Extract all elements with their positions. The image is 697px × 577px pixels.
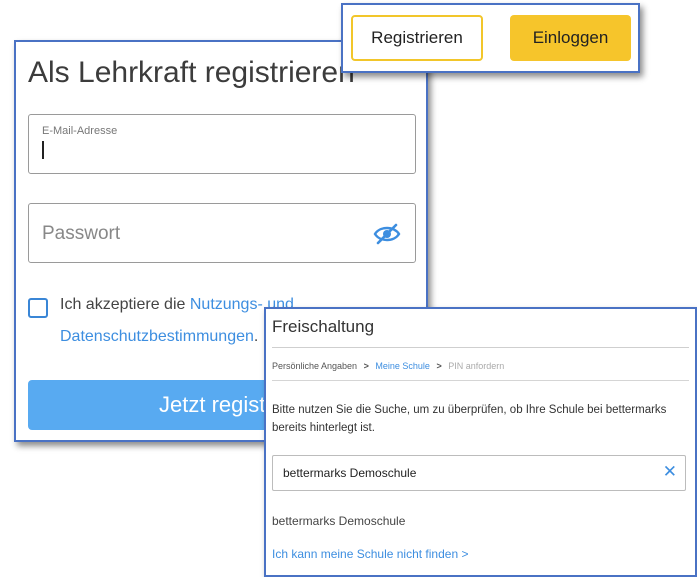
search-hint: Bitte nutzen Sie die Suche, um zu überpr…	[272, 404, 667, 434]
breadcrumb-personal[interactable]: Persönliche Angaben	[272, 361, 357, 371]
email-label: E-Mail-Adresse	[42, 125, 118, 137]
school-not-found-link[interactable]: Ich kann meine Schule nicht finden >	[272, 547, 468, 561]
auth-tabs-panel: Registrieren Einloggen	[341, 3, 640, 73]
password-placeholder: Passwort	[42, 223, 121, 244]
breadcrumb-separator: >	[436, 361, 442, 371]
password-field[interactable]: Passwort	[28, 203, 416, 263]
breadcrumb-divider	[272, 380, 689, 381]
text-cursor	[42, 141, 44, 159]
clear-icon[interactable]: ✕	[663, 462, 677, 482]
email-field[interactable]: E-Mail-Adresse	[28, 114, 416, 174]
breadcrumb: Persönliche Angaben > Meine Schule > PIN…	[272, 361, 504, 371]
breadcrumb-school[interactable]: Meine Schule	[375, 361, 430, 371]
school-activation-panel: Freischaltung Persönliche Angaben > Mein…	[264, 307, 697, 577]
register-button[interactable]: Registrieren	[351, 15, 483, 61]
school-search-input[interactable]: bettermarks Demoschule ✕	[272, 455, 686, 491]
chevron-right-icon: >	[461, 547, 469, 561]
title-divider	[272, 347, 689, 348]
search-result-item[interactable]: bettermarks Demoschule	[272, 514, 405, 528]
activation-title: Freischaltung	[272, 317, 375, 336]
terms-text: Ich akzeptiere die Nutzungs- und	[60, 296, 294, 313]
breadcrumb-pin: PIN anfordern	[448, 361, 505, 371]
login-button[interactable]: Einloggen	[510, 15, 631, 61]
privacy-link-line: Datenschutzbestimmungen.	[60, 328, 259, 345]
terms-checkbox[interactable]	[28, 298, 48, 318]
page-title: Als Lehrkraft registrieren	[28, 56, 355, 89]
privacy-link[interactable]: Datenschutzbestimmungen	[60, 328, 254, 345]
eye-hidden-icon[interactable]	[373, 222, 401, 246]
breadcrumb-separator: >	[363, 361, 369, 371]
search-value: bettermarks Demoschule	[283, 466, 417, 480]
